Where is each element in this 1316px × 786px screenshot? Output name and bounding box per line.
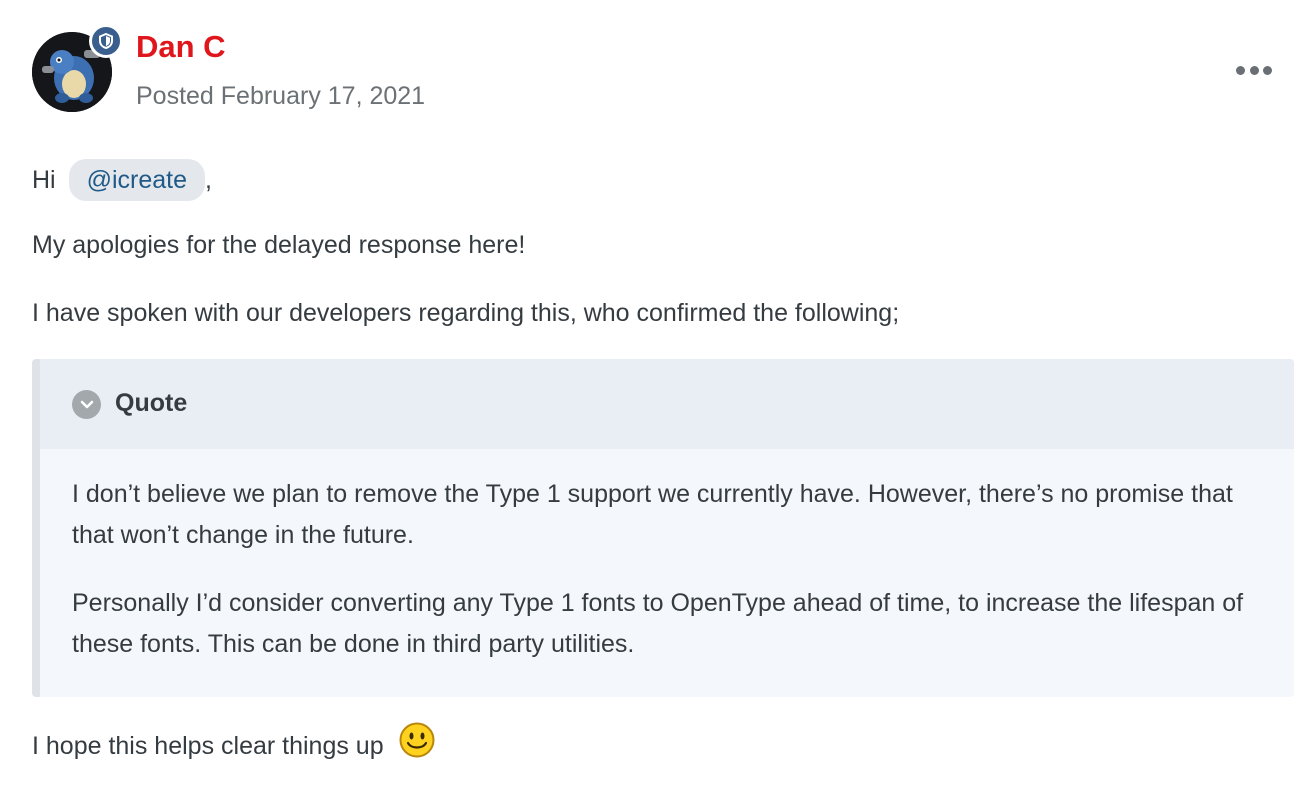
dot <box>1249 65 1259 75</box>
quote-paragraph: Personally I’d consider converting any T… <box>72 589 1244 658</box>
smiley-emoji-icon <box>399 722 435 767</box>
user-mention[interactable]: @icreate <box>68 159 205 201</box>
quote-paragraph: I don’t believe we plan to remove the Ty… <box>72 480 1233 549</box>
post-date: Posted February 17, 2021 <box>136 82 426 110</box>
greeting-line: Hi @icreate, <box>32 159 212 201</box>
quote-title: Quote <box>115 389 188 417</box>
chevron-down-icon[interactable] <box>72 390 101 419</box>
greeting-prefix: Hi <box>32 166 56 194</box>
greeting-suffix: , <box>204 166 212 194</box>
ellipsis-icon[interactable] <box>1236 60 1272 80</box>
forum-post: Dan C Posted February 17, 2021 Hi @icrea… <box>0 0 1316 786</box>
moderator-shield-icon <box>89 24 123 58</box>
dot <box>1236 65 1245 75</box>
closing-line: I hope this helps clear things up <box>32 722 435 767</box>
dot <box>1263 65 1272 75</box>
body-paragraph: My apologies for the delayed response he… <box>32 231 526 259</box>
quote-block: Quote I don’t believe we plan to remove … <box>32 359 1294 697</box>
closing-text: I hope this helps clear things up <box>32 732 384 761</box>
quote-header[interactable]: Quote <box>40 359 1294 449</box>
body-paragraph: I have spoken with our developers regard… <box>32 299 900 327</box>
author-name[interactable]: Dan C <box>136 28 226 66</box>
